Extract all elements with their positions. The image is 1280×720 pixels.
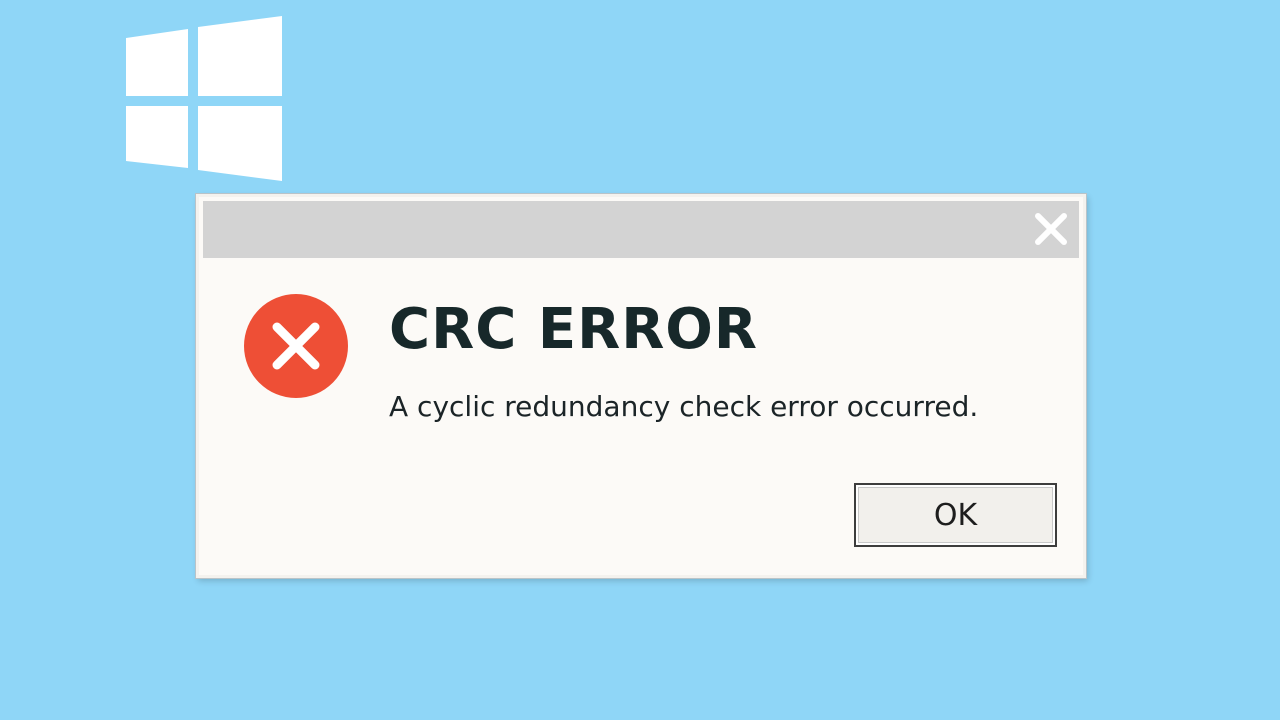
dialog-title: CRC ERROR (389, 297, 759, 362)
close-button[interactable] (1033, 211, 1069, 247)
close-icon (1035, 213, 1067, 245)
windows-logo-icon (124, 16, 284, 182)
dialog-message: A cyclic redundancy check error occurred… (389, 390, 979, 423)
error-dialog: CRC ERROR A cyclic redundancy check erro… (196, 194, 1086, 578)
ok-button[interactable]: OK (854, 483, 1057, 547)
dialog-titlebar[interactable] (203, 201, 1079, 258)
error-icon (243, 293, 349, 399)
